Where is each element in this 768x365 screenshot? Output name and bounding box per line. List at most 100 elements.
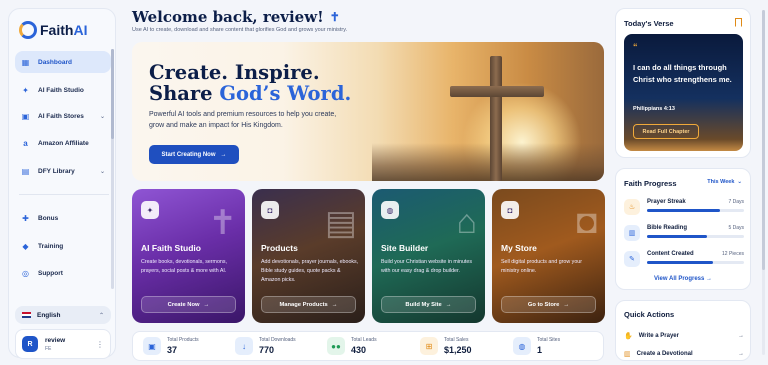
stats-bar: ▣ Total Products 37 ↓ Total Downloads 770 … bbox=[132, 331, 604, 361]
sidebar-item-label: Support bbox=[38, 269, 63, 277]
app-name-accent: AI bbox=[73, 22, 88, 38]
page-scrollbar[interactable] bbox=[762, 10, 765, 355]
arrow-right-icon: → bbox=[445, 301, 452, 308]
arrow-right-icon: → bbox=[706, 276, 713, 282]
card-title: My Store bbox=[501, 243, 537, 253]
amazon-icon: a bbox=[23, 138, 28, 148]
sparkle-icon: ✦ bbox=[22, 85, 29, 95]
sidebar-item-label: Bonus bbox=[38, 214, 59, 222]
user-plan: FE bbox=[45, 345, 52, 352]
card-description: Create books, devotionals, sermons, pray… bbox=[141, 259, 227, 274]
download-icon: ↓ bbox=[235, 337, 253, 355]
user-profile[interactable]: R review FE ⋮ bbox=[15, 329, 111, 359]
progress-fill bbox=[647, 235, 708, 238]
church-icon: ⌂ bbox=[456, 203, 477, 241]
todays-verse-panel: Today's Verse “ I can do all things thro… bbox=[615, 8, 751, 158]
gift-icon: ✚ bbox=[22, 213, 29, 223]
language-label: English bbox=[37, 311, 61, 319]
card-title: Site Builder bbox=[381, 243, 429, 253]
hero-description: Powerful AI tools and premium resources … bbox=[149, 111, 337, 129]
magic-wand-icon: ✦ bbox=[141, 201, 159, 219]
sidebar-scrollbar[interactable] bbox=[111, 49, 114, 289]
cross-icon: ✝ bbox=[329, 10, 340, 24]
sidebar-item-ai-faith-stores[interactable]: ▣ AI Faith Stores ⌄ bbox=[15, 105, 111, 127]
sidebar-item-support[interactable]: ◎ Support bbox=[15, 262, 111, 284]
more-options-icon[interactable]: ⋮ bbox=[96, 340, 104, 349]
library-icon: ▤ bbox=[21, 166, 30, 176]
store-icon: ▣ bbox=[21, 111, 30, 121]
arrow-right-icon: → bbox=[203, 301, 210, 308]
graduation-icon: ◆ bbox=[22, 241, 29, 251]
verse-reference: Philippians 4:13 bbox=[633, 106, 675, 112]
period-dropdown[interactable]: This Week ⌄ bbox=[707, 179, 742, 185]
panel-title: Faith Progress bbox=[624, 179, 677, 188]
view-all-progress-link[interactable]: View All Progress → bbox=[616, 276, 750, 282]
progress-fill bbox=[647, 261, 713, 264]
card-description: Sell digital products and grow your mini… bbox=[501, 259, 582, 274]
bookmark-icon[interactable] bbox=[735, 18, 742, 27]
sidebar-item-label: Dashboard bbox=[38, 58, 72, 66]
start-creating-button[interactable]: Start Creating Now → bbox=[149, 145, 239, 164]
flame-icon: ♨ bbox=[624, 199, 640, 215]
box-icon: ▣ bbox=[143, 337, 161, 355]
sidebar-item-training[interactable]: ◆ Training bbox=[15, 235, 111, 257]
panel-title: Quick Actions bbox=[624, 310, 675, 319]
card-products[interactable]: ▤ ◘ Products Add devotionals, prayer jou… bbox=[252, 189, 365, 323]
card-ai-faith-studio[interactable]: ✝ ✦ AI Faith Studio Create books, devoti… bbox=[132, 189, 245, 323]
language-selector[interactable]: English ⌃ bbox=[15, 306, 111, 324]
sidebar-item-amazon-affiliate[interactable]: a Amazon Affiliate bbox=[15, 132, 111, 154]
chevron-up-icon: ⌃ bbox=[98, 312, 104, 319]
cross-glow-icon: ✝ bbox=[208, 204, 238, 242]
sidebar-item-dfy-library[interactable]: ▤ DFY Library ⌄ bbox=[15, 160, 111, 182]
stat-total-sites: ◍ Total Sites 1 bbox=[513, 337, 560, 355]
card-my-store[interactable]: ◘ ◘ My Store Sell digital products and g… bbox=[492, 189, 605, 323]
hills-silhouette bbox=[372, 143, 604, 181]
sidebar-item-label: Training bbox=[38, 242, 64, 250]
card-site-builder[interactable]: ⌂ ◍ Site Builder Build your Christian we… bbox=[372, 189, 485, 323]
app-logo[interactable]: FaithAI bbox=[19, 21, 87, 39]
panel-title: Today's Verse bbox=[624, 19, 674, 28]
sidebar-item-bonus[interactable]: ✚ Bonus bbox=[15, 207, 111, 229]
faith-progress-panel: Faith Progress This Week ⌄ ♨ Prayer Strea… bbox=[615, 168, 751, 290]
bag-icon: ◘ bbox=[261, 201, 279, 219]
shopping-bag-icon: ◘ bbox=[576, 203, 597, 241]
arrow-right-icon: → bbox=[738, 351, 744, 357]
progress-row-content: ✎ Content Created 12 Pieces bbox=[624, 249, 744, 271]
go-to-store-button[interactable]: Go to Store → bbox=[501, 296, 596, 313]
chevron-down-icon: ⌄ bbox=[737, 179, 742, 185]
arrow-right-icon: → bbox=[563, 301, 570, 308]
sidebar-item-label: DFY Library bbox=[38, 167, 75, 175]
arrow-right-icon: → bbox=[220, 151, 227, 158]
sidebar-divider bbox=[19, 194, 109, 195]
quick-action-write-prayer[interactable]: ✋ Write a Prayer → bbox=[624, 329, 744, 343]
chevron-down-icon: ⌄ bbox=[99, 168, 105, 175]
hero-banner: Create. Inspire. Share God’s Word. Power… bbox=[132, 42, 604, 181]
sidebar-item-ai-faith-studio[interactable]: ✦ AI Faith Studio bbox=[15, 79, 111, 101]
page-subtitle: Use AI to create, download and share con… bbox=[132, 27, 348, 33]
users-icon: ●● bbox=[327, 337, 345, 355]
read-full-chapter-button[interactable]: Read Full Chapter bbox=[633, 124, 699, 139]
sidebar-item-label: Amazon Affiliate bbox=[38, 139, 89, 147]
progress-fill bbox=[647, 209, 720, 212]
sidebar: FaithAI ▦ Dashboard ✦ AI Faith Studio ▣ … bbox=[8, 8, 116, 359]
globe-icon: ◍ bbox=[381, 201, 399, 219]
build-my-site-button[interactable]: Build My Site → bbox=[381, 296, 476, 313]
app-name: Faith bbox=[40, 22, 74, 38]
card-description: Add devotionals, prayer journals, ebooks… bbox=[261, 259, 359, 283]
hands-icon: ✋ bbox=[624, 333, 633, 340]
hero-title: Create. Inspire. Share God’s Word. bbox=[149, 61, 352, 105]
stat-total-leads: ●● Total Leads 430 bbox=[327, 337, 377, 355]
create-now-button[interactable]: Create Now → bbox=[141, 296, 236, 313]
quick-action-create-devotional[interactable]: ▥ Create a Devotional → bbox=[624, 347, 744, 361]
grid-icon: ▦ bbox=[21, 57, 30, 67]
book-icon: ▥ bbox=[624, 225, 640, 241]
avatar: R bbox=[22, 336, 38, 352]
sidebar-item-dashboard[interactable]: ▦ Dashboard bbox=[15, 51, 111, 73]
manage-products-button[interactable]: Manage Products → bbox=[261, 296, 356, 313]
progress-row-prayer: ♨ Prayer Streak 7 Days bbox=[624, 197, 744, 219]
pen-icon: ✎ bbox=[624, 251, 640, 267]
quote-icon: “ bbox=[633, 42, 638, 52]
verse-text: I can do all things through Christ who s… bbox=[633, 63, 732, 84]
quick-actions-panel: Quick Actions ✋ Write a Prayer → ▥ Creat… bbox=[615, 300, 751, 361]
card-title: Products bbox=[261, 243, 298, 253]
